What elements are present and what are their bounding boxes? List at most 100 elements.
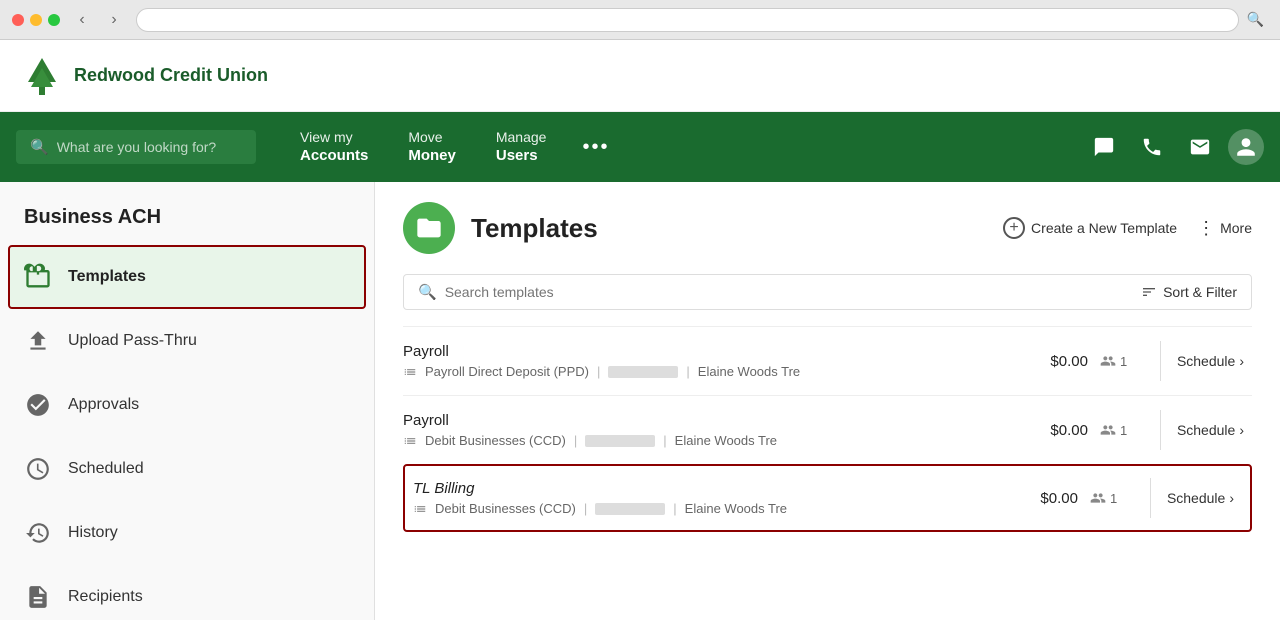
browser-search-icon: 🔍 [1247,11,1264,28]
template-user-count-2: 1 [1120,423,1127,438]
template-account-masked-2 [585,435,655,447]
nav-more-button[interactable]: ••• [566,136,625,159]
nav-link-accounts-top: View my [300,128,368,146]
sidebar-item-scheduled[interactable]: Scheduled [0,437,374,501]
list-icon-2 [403,434,417,448]
mail-icon [1189,136,1211,158]
chevron-right-icon-3: › [1229,490,1234,506]
sidebar-item-recipients[interactable]: Recipients [0,565,374,620]
template-search-bar[interactable]: 🔍 Sort & Filter [403,274,1252,310]
mail-icon-button[interactable] [1180,127,1220,167]
back-button[interactable]: ‹ [68,9,96,31]
template-row-2: Payroll Debit Businesses (CCD) | | Elain… [403,395,1252,464]
logo: Redwood Credit Union [20,54,268,98]
more-label: More [1220,220,1252,236]
search-icon: 🔍 [30,138,49,156]
sidebar-item-templates-label: Templates [68,268,146,286]
chat-icon-button[interactable] [1084,127,1124,167]
plus-icon: + [1003,217,1025,239]
sort-icon [1141,284,1157,300]
template-owner-2: Elaine Woods Tre [675,433,777,448]
nav-link-money-top: Move [408,128,456,146]
schedule-label-3: Schedule [1167,490,1225,506]
header-top: Redwood Credit Union [0,40,1280,112]
main: Business ACH Templates Upload Pass-Thru [0,182,1280,620]
address-bar[interactable] [136,8,1239,32]
schedule-button-2[interactable]: Schedule › [1169,416,1252,444]
nav-link-users-top: Manage [496,128,547,146]
template-account-masked-3 [595,503,665,515]
create-template-label: Create a New Template [1031,220,1177,236]
approvals-icon [22,389,54,421]
template-type-1: Payroll Direct Deposit (PPD) [425,364,589,379]
template-users-1: 1 [1100,353,1132,369]
sidebar-item-recipients-label: Recipients [68,588,143,606]
template-meta-3: Debit Businesses (CCD) | | Elaine Woods … [413,501,1018,516]
logo-icon [20,54,64,98]
nav-bar: 🔍 View my Accounts Move Money Manage Use… [0,112,1280,182]
sidebar-item-upload[interactable]: Upload Pass-Thru [0,309,374,373]
chevron-right-icon-2: › [1239,422,1244,438]
template-amount-2: $0.00 [1028,422,1088,439]
template-user-count-1: 1 [1120,354,1127,369]
content-icon [403,202,455,254]
sidebar-item-approvals[interactable]: Approvals [0,373,374,437]
template-users-3: 1 [1090,490,1122,506]
nav-icons [1084,127,1264,167]
template-users-2: 1 [1100,422,1132,438]
maximize-button[interactable] [48,14,60,26]
create-template-button[interactable]: + Create a New Template [1003,217,1177,239]
schedule-button-1[interactable]: Schedule › [1169,347,1252,375]
sidebar-item-upload-label: Upload Pass-Thru [68,332,197,350]
list-icon-3 [413,502,427,516]
sidebar-item-history[interactable]: History [0,501,374,565]
template-type-2: Debit Businesses (CCD) [425,433,566,448]
sidebar-item-approvals-label: Approvals [68,396,139,414]
sidebar: Business ACH Templates Upload Pass-Thru [0,182,375,620]
template-amount-3: $0.00 [1018,490,1078,507]
nav-link-money-bottom: Money [408,146,456,166]
nav-link-money[interactable]: Move Money [388,120,476,174]
app: Redwood Credit Union 🔍 View my Accounts … [0,40,1280,620]
forward-button[interactable]: › [100,9,128,31]
sidebar-item-templates[interactable]: Templates [8,245,366,309]
schedule-label-2: Schedule [1177,422,1235,438]
traffic-lights [12,14,60,26]
content-actions: + Create a New Template ⋮ More [1003,217,1252,239]
template-name-1: Payroll [403,343,1028,360]
browser-chrome: ‹ › 🔍 [0,0,1280,40]
template-amount-1: $0.00 [1028,353,1088,370]
phone-icon-button[interactable] [1132,127,1172,167]
close-button[interactable] [12,14,24,26]
template-info-2: Payroll Debit Businesses (CCD) | | Elain… [403,412,1028,448]
content-title: Templates [471,213,598,244]
template-row-3: TL Billing Debit Businesses (CCD) | | El… [403,464,1252,532]
user-icon [1235,136,1257,158]
more-dots-icon: ⋮ [1197,218,1216,239]
recipients-icon [22,581,54,613]
search-bar[interactable]: 🔍 [16,130,256,164]
template-meta-2: Debit Businesses (CCD) | | Elaine Woods … [403,433,1028,448]
template-meta-1: Payroll Direct Deposit (PPD) | | Elaine … [403,364,1028,379]
user-avatar[interactable] [1228,129,1264,165]
nav-link-accounts-bottom: Accounts [300,146,368,166]
template-type-3: Debit Businesses (CCD) [435,501,576,516]
schedule-label-1: Schedule [1177,353,1235,369]
template-account-masked-1 [608,366,678,378]
more-button[interactable]: ⋮ More [1197,218,1252,239]
logo-text: Redwood Credit Union [74,65,268,86]
nav-link-accounts[interactable]: View my Accounts [280,120,388,174]
search-input[interactable] [57,139,237,155]
chat-icon [1093,136,1115,158]
nav-link-users[interactable]: Manage Users [476,120,567,174]
sidebar-item-history-label: History [68,524,118,542]
content-area: Templates + Create a New Template ⋮ More… [375,182,1280,620]
upload-icon [22,325,54,357]
nav-buttons: ‹ › [68,9,128,31]
sort-filter-button[interactable]: Sort & Filter [1141,284,1237,300]
minimize-button[interactable] [30,14,42,26]
schedule-button-3[interactable]: Schedule › [1159,484,1242,512]
search-templates-input[interactable] [445,284,1133,300]
sidebar-title: Business ACH [0,198,374,245]
sidebar-item-scheduled-label: Scheduled [68,460,144,478]
